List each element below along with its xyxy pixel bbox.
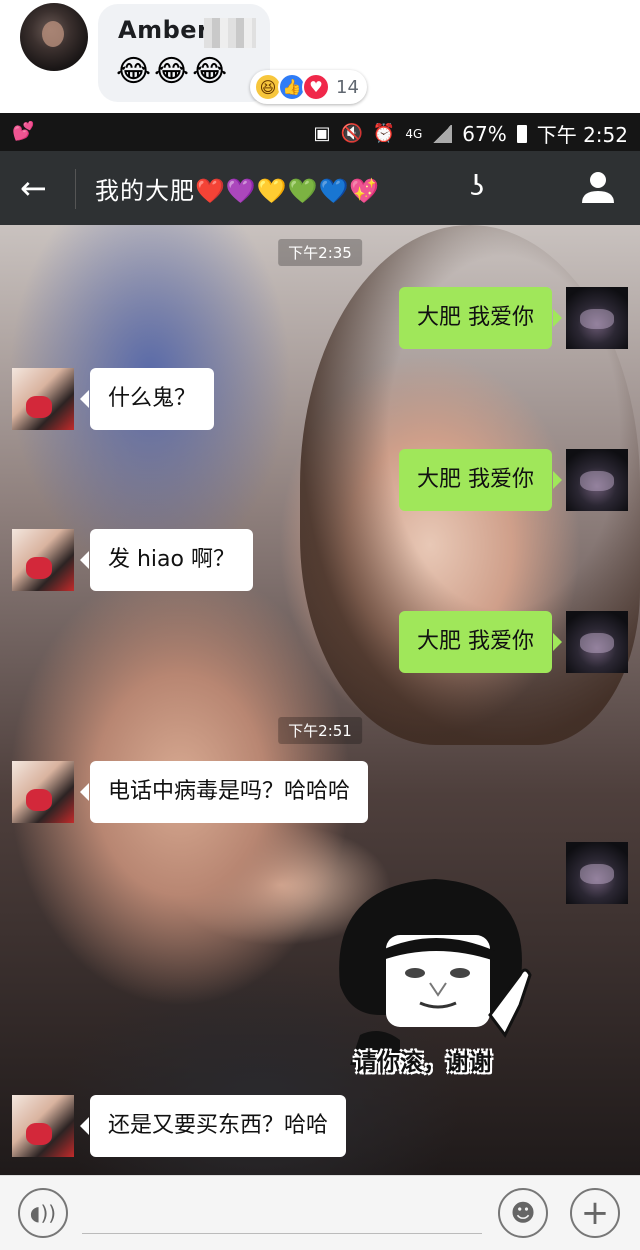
- message-bubble-outgoing[interactable]: 大肥 我爱你: [399, 287, 562, 349]
- message-bubble-incoming[interactable]: 发 hiao 啊？: [80, 529, 253, 591]
- meme-sticker[interactable]: 请你滚，谢谢: [320, 865, 550, 1095]
- hearts-notification-icon: 💕: [12, 121, 35, 142]
- sticker-caption: 请你滚，谢谢: [354, 1050, 492, 1076]
- my-avatar[interactable]: [566, 449, 628, 511]
- contact-avatar[interactable]: [12, 761, 74, 823]
- earpiece-mode-icon: ʖ: [470, 169, 485, 202]
- contact-avatar[interactable]: [12, 529, 74, 591]
- chat-header: ← 我的大肥❤️💜💛💚💙💖 ʖ: [0, 151, 640, 225]
- my-avatar[interactable]: [566, 287, 628, 349]
- message-bubble-incoming[interactable]: 还是又要买东西？哈哈: [79, 1095, 347, 1157]
- battery-icon: [516, 124, 527, 143]
- network-type: 4G: [405, 126, 423, 141]
- message-incoming[interactable]: 还是又要买东西？哈哈: [0, 1095, 640, 1157]
- message-input-bar: ◖)) ☻ +: [0, 1175, 640, 1250]
- my-avatar[interactable]: [566, 611, 628, 673]
- add-attachment-icon[interactable]: +: [570, 1188, 620, 1238]
- message-bubble-outgoing[interactable]: 大肥 我爱你: [399, 449, 562, 511]
- message-timestamp: 下午2:51: [278, 717, 362, 744]
- chat-area[interactable]: 下午2:35 大肥 我爱你 什么鬼？ 大肥 我爱你 发 hiao 啊？ 大肥 我…: [0, 225, 640, 1175]
- message-outgoing[interactable]: 大肥 我爱你: [0, 287, 640, 349]
- status-bar: 💕 ▣ 🔇 ⏰ 4G 67% 下午 2:52: [0, 113, 640, 151]
- emoji-icon[interactable]: ☻: [498, 1188, 548, 1238]
- facebook-comment: Amber 😂😂😂 😆 👍 ♥ 14: [0, 0, 640, 113]
- alarm-icon: ⏰: [372, 123, 396, 144]
- sim-icon: ▣: [313, 123, 331, 144]
- clock: 下午 2:52: [536, 123, 628, 147]
- contact-avatar[interactable]: [12, 1095, 74, 1157]
- name-blur-redaction: [204, 18, 256, 48]
- mute-icon: 🔇: [340, 123, 363, 144]
- header-divider: [75, 169, 76, 209]
- commenter-name[interactable]: Amber: [118, 16, 209, 44]
- message-incoming[interactable]: 发 hiao 啊？: [0, 529, 640, 591]
- contact-profile-icon[interactable]: [578, 167, 618, 207]
- chat-title: 我的大肥❤️💜💛💚💙💖: [95, 177, 381, 205]
- back-arrow-icon[interactable]: ←: [20, 169, 60, 209]
- message-bubble-incoming[interactable]: 什么鬼？: [79, 368, 215, 430]
- contact-avatar[interactable]: [12, 368, 74, 430]
- message-outgoing[interactable]: 大肥 我爱你: [0, 449, 640, 511]
- comment-bubble: Amber 😂😂😂: [98, 4, 270, 102]
- reaction-summary[interactable]: 😆 👍 ♥ 14: [250, 70, 367, 104]
- battery-percent: 67%: [462, 121, 507, 146]
- message-bubble-incoming[interactable]: 电话中病毒是吗？哈哈哈: [79, 761, 369, 823]
- message-input[interactable]: [82, 1194, 482, 1234]
- message-incoming[interactable]: 电话中病毒是吗？哈哈哈: [0, 761, 640, 823]
- message-outgoing[interactable]: 大肥 我爱你: [0, 611, 640, 673]
- message-incoming[interactable]: 什么鬼？: [0, 368, 640, 430]
- commenter-avatar[interactable]: [20, 3, 88, 71]
- message-timestamp: 下午2:35: [278, 239, 362, 266]
- my-avatar[interactable]: [566, 842, 628, 904]
- comment-text: 😂😂😂: [116, 54, 231, 89]
- message-bubble-outgoing[interactable]: 大肥 我爱你: [399, 611, 562, 673]
- reaction-count: 14: [336, 76, 359, 98]
- love-react-icon: ♥: [302, 73, 330, 101]
- voice-input-icon[interactable]: ◖)): [18, 1188, 68, 1238]
- signal-icon: [432, 124, 453, 143]
